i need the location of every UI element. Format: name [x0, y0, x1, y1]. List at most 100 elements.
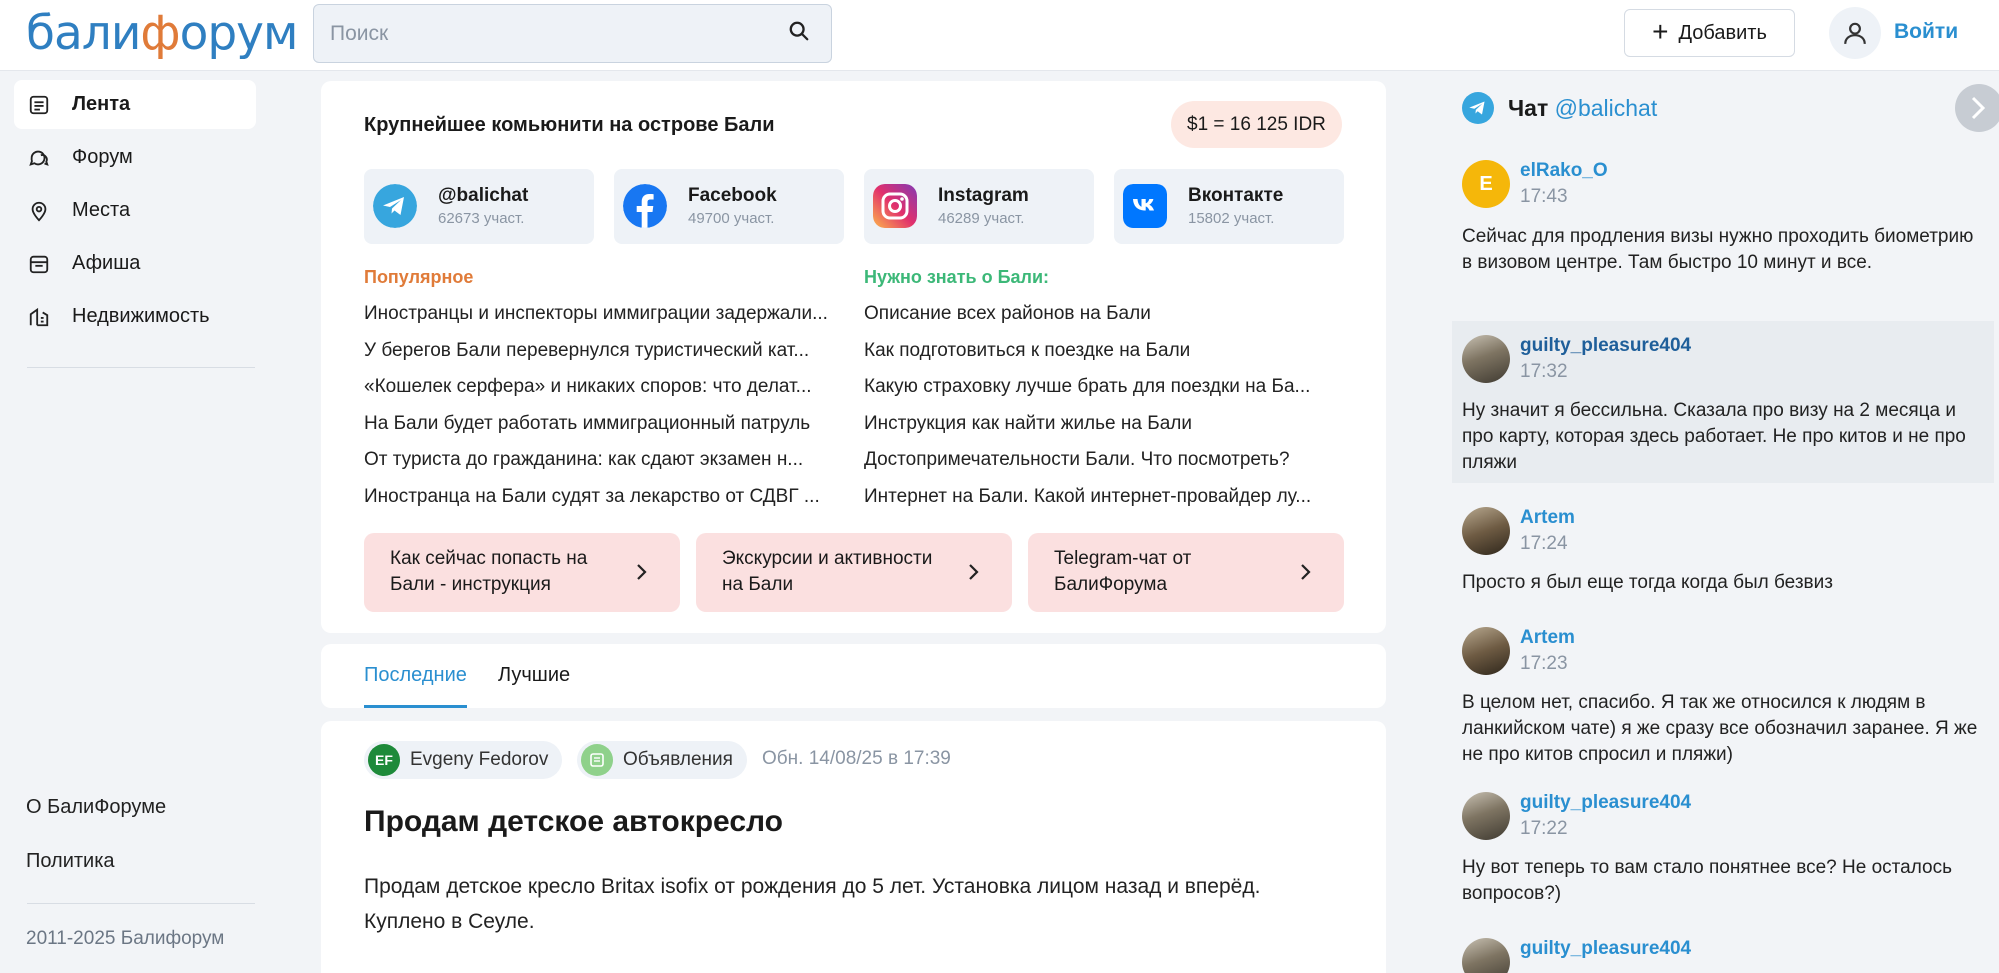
chat-message: guilty_pleasure404 17:22 Ну вот теперь т…	[1452, 778, 1994, 904]
plus-icon: +	[1652, 15, 1669, 47]
promo-label: Как сейчас попасть на Бали - инструкция	[390, 548, 588, 595]
sidebar-divider	[27, 903, 255, 904]
post-card: EF Evgeny Fedorov Объявления Обн. 14/08/…	[321, 721, 1386, 973]
sidebar-nav: Лента Форум Места Афиша Недвижимость	[14, 80, 256, 345]
search-box	[313, 4, 832, 63]
chat-username[interactable]: guilty_pleasure404	[1520, 938, 1691, 960]
post-updated-date: Обн. 14/08/25 в 17:39	[762, 748, 951, 769]
popular-item[interactable]: У берегов Бали перевернулся туристически…	[364, 340, 844, 377]
sidebar-item-label: Недвижимость	[72, 305, 210, 327]
chat-toggle-button[interactable]	[1955, 84, 1999, 132]
chat-username[interactable]: Artem	[1520, 507, 1575, 529]
promo-label: Telegram-чат от БалиФорума	[1054, 548, 1192, 595]
avatar: EF	[368, 744, 400, 776]
add-button[interactable]: + Добавить	[1624, 9, 1795, 57]
sidebar-item-events[interactable]: Афиша	[14, 239, 256, 288]
chat-bubbles-icon	[29, 150, 49, 166]
sidebar-item-places[interactable]: Места	[14, 186, 256, 235]
social-name: Вконтакте	[1188, 185, 1284, 206]
chat-panel: Чат @balichat E elRako_O 17:43 Сейчас дл…	[1452, 80, 1999, 973]
author-name: Evgeny Fedorov	[410, 749, 549, 770]
chat-time: 17:43	[1520, 186, 1568, 207]
promo-buttons: Как сейчас попасть на Бали - инструкция …	[364, 533, 1344, 612]
sidebar-item-label: Форум	[72, 146, 133, 168]
social-name: Instagram	[938, 185, 1029, 206]
popular-item[interactable]: На Бали будет работать иммиграционный па…	[364, 413, 844, 450]
chat-header: Чат @balichat	[1462, 92, 1657, 124]
search-icon[interactable]	[788, 20, 810, 42]
chevron-right-icon	[969, 564, 979, 580]
site-logo[interactable]: бали ф орум	[26, 5, 299, 61]
avatar	[1462, 335, 1510, 383]
chat-text: Ну вот теперь то вам стало понятнее все?…	[1462, 857, 1952, 904]
tab-best[interactable]: Лучшие	[498, 664, 570, 708]
sidebar-item-realty[interactable]: Недвижимость	[14, 292, 256, 341]
feed-icon	[29, 95, 49, 114]
category-chip[interactable]: Объявления	[577, 741, 747, 779]
user-avatar-button[interactable]	[1829, 7, 1881, 59]
chat-time: 17:23	[1520, 653, 1568, 674]
social-facebook[interactable]: Facebook 49700 участ.	[614, 169, 844, 244]
instagram-icon	[873, 184, 917, 228]
author-chip[interactable]: EF Evgeny Fedorov	[364, 741, 563, 779]
social-telegram[interactable]: @balichat 62673 участ.	[364, 169, 594, 244]
vk-icon	[1123, 184, 1167, 228]
chat-username[interactable]: Artem	[1520, 627, 1575, 649]
chat-time: 17:32	[1520, 361, 1568, 382]
promo-entry-guide[interactable]: Как сейчас попасть на Бали - инструкция	[364, 533, 680, 612]
copyright-text: 2011-2025 Балифорум	[26, 928, 225, 949]
chat-username[interactable]: guilty_pleasure404	[1520, 792, 1691, 814]
social-count: 15802 участ.	[1188, 210, 1275, 227]
must-know-item[interactable]: Интернет на Бали. Какой интернет-провайд…	[864, 486, 1344, 523]
community-title: Крупнейшее комьюнити на острове Бали	[364, 114, 775, 136]
social-name: Facebook	[688, 185, 777, 206]
must-know-list: Нужно знать о Бали: Описание всех районо…	[864, 267, 1344, 523]
social-name: @balichat	[438, 185, 529, 206]
avatar	[1462, 792, 1510, 840]
avatar	[1462, 627, 1510, 675]
tab-latest[interactable]: Последние	[364, 664, 467, 708]
category-name: Объявления	[623, 749, 733, 770]
logo-text-part: бали	[26, 5, 141, 61]
exchange-rate-badge: $1 = 16 125 IDR	[1171, 101, 1342, 148]
chat-username[interactable]: guilty_pleasure404	[1520, 335, 1691, 357]
must-know-item[interactable]: Какую страховку лучше брать для поездки …	[864, 376, 1344, 413]
popular-item[interactable]: Иностранца на Бали судят за лекарство от…	[364, 486, 844, 523]
community-card: Крупнейшее комьюнити на острове Бали $1 …	[321, 81, 1386, 633]
search-input[interactable]	[330, 5, 760, 62]
sidebar-item-feed[interactable]: Лента	[14, 80, 256, 129]
chat-text: Просто я был еще тогда когда был безвиз	[1462, 572, 1833, 593]
building-icon	[29, 307, 49, 326]
chat-message: Artem 17:24 Просто я был еще тогда когда…	[1452, 493, 1994, 593]
logo-text-part: орум	[179, 5, 299, 61]
social-instagram[interactable]: Instagram 46289 участ.	[864, 169, 1094, 244]
popular-item[interactable]: «Кошелек серфера» и никаких споров: что …	[364, 376, 844, 413]
chat-text: Ну значит я бессильна. Сказала про визу …	[1462, 400, 1966, 473]
must-know-item[interactable]: Достопримечательности Бали. Что посмотре…	[864, 449, 1344, 486]
social-count: 49700 участ.	[688, 210, 775, 227]
policy-link[interactable]: Политика	[26, 850, 115, 873]
promo-telegram-chat[interactable]: Telegram-чат от БалиФорума	[1028, 533, 1344, 612]
map-pin-icon	[31, 201, 47, 221]
chat-title: Чат	[1508, 94, 1549, 121]
popular-item[interactable]: Иностранцы и инспекторы иммиграции задер…	[364, 303, 844, 340]
telegram-icon	[1462, 92, 1494, 124]
post-title[interactable]: Продам детское автокресло	[364, 805, 783, 839]
promo-label: Экскурсии и активности на Бали	[722, 548, 933, 595]
login-link[interactable]: Войти	[1894, 20, 1958, 44]
chat-message: guilty_pleasure404 17:32 Ну значит я бес…	[1452, 321, 1994, 483]
social-vk[interactable]: Вконтакте 15802 участ.	[1114, 169, 1344, 244]
chat-handle-link[interactable]: @balichat	[1555, 95, 1658, 121]
chat-username[interactable]: elRako_O	[1520, 160, 1608, 182]
sidebar-item-label: Места	[72, 199, 131, 221]
must-know-heading: Нужно знать о Бали:	[864, 267, 1050, 287]
must-know-item[interactable]: Как подготовиться к поездке на Бали	[864, 340, 1344, 377]
sidebar-item-forum[interactable]: Форум	[14, 133, 256, 182]
must-know-item[interactable]: Описание всех районов на Бали	[864, 303, 1344, 340]
must-know-item[interactable]: Инструкция как найти жилье на Бали	[864, 413, 1344, 450]
chat-message: Artem 17:23 В целом нет, спасибо. Я так …	[1452, 613, 1994, 765]
popular-item[interactable]: От туриста до гражданина: как сдают экза…	[364, 449, 844, 486]
promo-excursions[interactable]: Экскурсии и активности на Бали	[696, 533, 1012, 612]
category-icon	[581, 744, 613, 776]
about-link[interactable]: О БалиФоруме	[26, 796, 166, 819]
